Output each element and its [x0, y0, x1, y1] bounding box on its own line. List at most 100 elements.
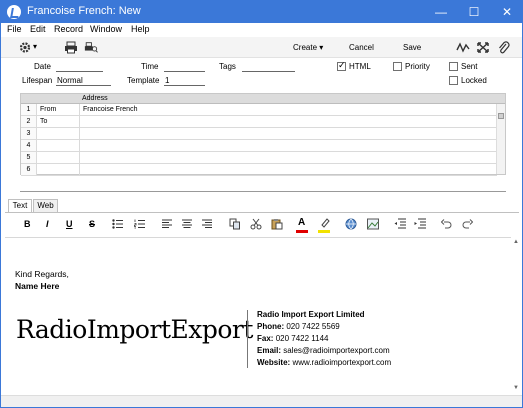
bullet-list-icon[interactable] — [112, 219, 123, 229]
address-type-cell[interactable] — [37, 152, 80, 163]
address-type-cell[interactable] — [37, 164, 80, 175]
cancel-button[interactable]: Cancel — [349, 43, 374, 52]
address-column-header: Address — [82, 95, 108, 102]
priority-checkbox[interactable] — [393, 62, 402, 71]
table-row[interactable]: 1 From Francoise French — [21, 104, 497, 116]
gear-icon[interactable] — [18, 41, 32, 54]
save-button[interactable]: Save — [403, 43, 421, 52]
fax-label: Fax: — [257, 334, 274, 343]
table-row[interactable]: 3 — [21, 128, 497, 140]
signature-divider — [247, 310, 248, 368]
minimize-button[interactable]: — — [426, 1, 456, 23]
text-color-swatch — [296, 230, 308, 233]
matrix-scrollbar[interactable] — [496, 104, 505, 174]
table-row[interactable]: 5 — [21, 152, 497, 164]
time-label: Time — [141, 62, 159, 71]
phone-value: 020 7422 5569 — [286, 322, 340, 331]
paste-icon[interactable] — [271, 218, 283, 230]
indent-decrease-icon[interactable] — [394, 218, 406, 230]
address-type-cell[interactable] — [37, 128, 80, 139]
redo-icon[interactable] — [462, 219, 473, 229]
date-field[interactable] — [56, 62, 103, 72]
undo-icon[interactable] — [441, 219, 452, 229]
scroll-down-icon[interactable]: ▼ — [512, 385, 520, 391]
close-button[interactable]: ✕ — [492, 1, 522, 23]
matrix-header: Address — [21, 94, 505, 104]
sent-checkbox[interactable] — [449, 62, 458, 71]
menu-window[interactable]: Window — [90, 24, 122, 34]
maximize-button[interactable]: ☐ — [459, 1, 489, 23]
menu-edit[interactable]: Edit — [30, 24, 46, 34]
insert-image-icon[interactable] — [367, 218, 379, 230]
editor-scrollbar[interactable]: ▲ ▼ — [511, 237, 521, 395]
create-label: Create — [293, 43, 318, 52]
italic-button[interactable]: I — [46, 219, 49, 229]
html-checkbox[interactable] — [337, 60, 346, 71]
table-row[interactable]: 2 To — [21, 116, 497, 128]
menu-file[interactable]: File — [7, 24, 22, 34]
row-number: 6 — [21, 164, 37, 175]
row-number: 4 — [21, 140, 37, 151]
strikethrough-button[interactable]: S — [89, 219, 95, 229]
priority-label: Priority — [405, 62, 430, 71]
date-label: Date — [34, 62, 51, 71]
attachment-icon[interactable] — [497, 41, 511, 54]
message-editor[interactable]: Kind Regards, Name Here RadioImportExpor… — [5, 237, 519, 395]
locked-label: Locked — [461, 76, 487, 85]
underline-button[interactable]: U — [66, 219, 73, 229]
print-icon[interactable] — [64, 41, 78, 54]
address-cell[interactable] — [80, 164, 497, 175]
print-preview-icon[interactable] — [84, 41, 98, 54]
tab-web[interactable]: Web — [33, 199, 58, 213]
address-cell[interactable] — [80, 140, 497, 151]
address-type-cell[interactable] — [37, 140, 80, 151]
link-globe-icon[interactable] — [345, 218, 357, 230]
table-row[interactable]: 4 — [21, 140, 497, 152]
indent-increase-icon[interactable] — [414, 218, 426, 230]
cut-icon[interactable] — [250, 218, 262, 230]
create-button[interactable]: Create ▾ — [293, 43, 323, 52]
address-cell[interactable]: Francoise French — [80, 104, 497, 115]
company-logo: RadioImportExport — [16, 315, 253, 344]
row-number: 3 — [21, 128, 37, 139]
template-label: Template — [127, 76, 160, 85]
lifespan-field[interactable]: Normal — [56, 76, 111, 86]
title-bar: Francoise French: New — ☐ ✕ — [1, 1, 522, 23]
address-cell[interactable] — [80, 152, 497, 163]
menu-record[interactable]: Record — [54, 24, 83, 34]
create-caret-icon: ▾ — [319, 43, 324, 52]
align-right-icon[interactable] — [202, 219, 212, 229]
matrix-scroll-thumb[interactable] — [498, 113, 504, 119]
greeting-text: Kind Regards, — [15, 269, 69, 279]
website-label: Website: — [257, 358, 291, 367]
table-row[interactable]: 6 — [21, 164, 497, 176]
tags-label: Tags — [219, 62, 236, 71]
align-center-icon[interactable] — [182, 219, 192, 229]
expand-icon[interactable] — [476, 41, 490, 54]
locked-checkbox[interactable] — [449, 76, 458, 85]
email-value[interactable]: sales@radioimportexport.com — [283, 346, 389, 355]
numbered-list-icon[interactable] — [134, 219, 145, 229]
company-name-text: Radio Import Export Limited — [257, 310, 365, 319]
row-number: 1 — [21, 104, 37, 115]
address-cell[interactable] — [80, 128, 497, 139]
gear-menu-caret-icon[interactable]: ▾ — [33, 42, 37, 51]
address-type-cell[interactable]: From — [37, 104, 80, 115]
activity-icon[interactable] — [456, 41, 470, 54]
copy-icon[interactable] — [229, 218, 241, 230]
template-field[interactable]: 1 — [164, 76, 205, 86]
text-color-icon[interactable]: A — [298, 217, 305, 228]
app-window: Francoise French: New — ☐ ✕ File Edit Re… — [0, 0, 523, 408]
menu-help[interactable]: Help — [131, 24, 150, 34]
address-type-cell[interactable]: To — [37, 116, 80, 127]
time-field[interactable] — [164, 62, 205, 72]
align-left-icon[interactable] — [162, 219, 172, 229]
toolbar: ▾ Create ▾ Cancel Save — [1, 37, 522, 58]
bold-button[interactable]: B — [24, 219, 31, 229]
fax-line: Fax: 020 7422 1144 — [257, 334, 328, 343]
website-value[interactable]: www.radioimportexport.com — [292, 358, 391, 367]
address-cell[interactable] — [80, 116, 497, 127]
scroll-up-icon[interactable]: ▲ — [512, 239, 520, 245]
tags-field[interactable] — [242, 62, 295, 72]
highlight-icon[interactable] — [319, 217, 331, 229]
